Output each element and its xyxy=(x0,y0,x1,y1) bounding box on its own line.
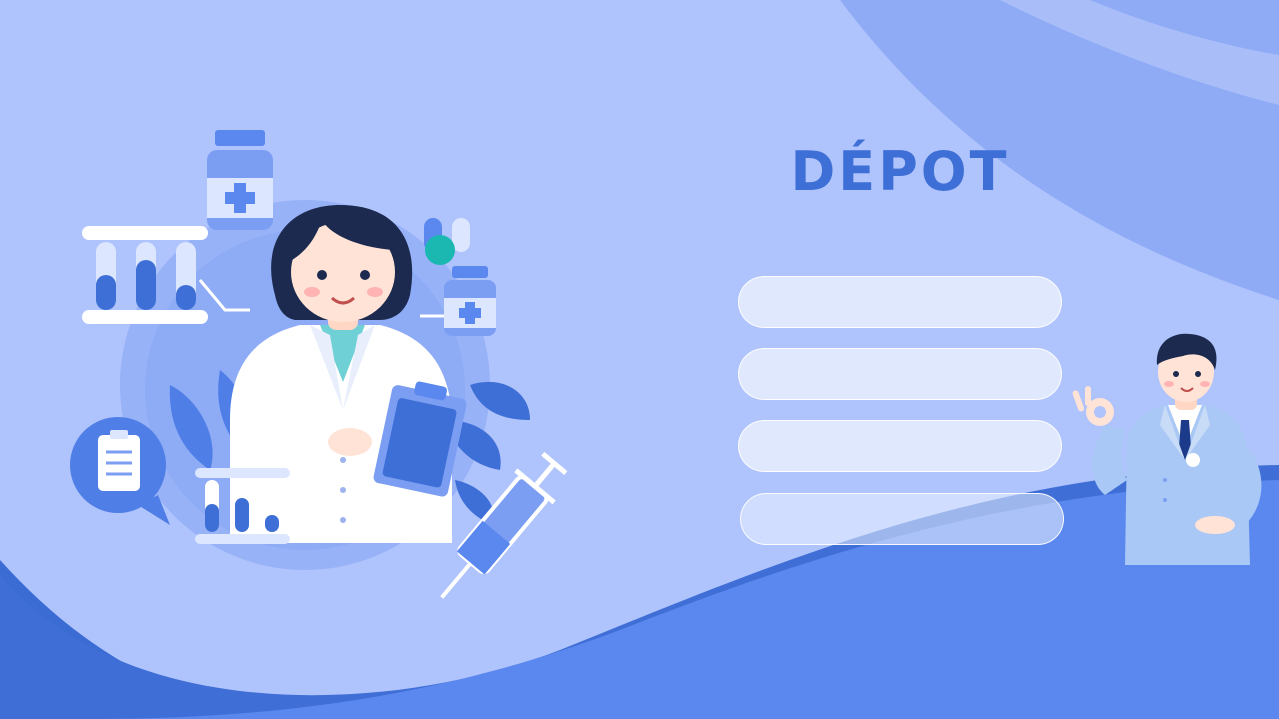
content-pill-1[interactable] xyxy=(738,276,1062,328)
content-pill-2[interactable] xyxy=(738,348,1062,400)
content-pill-3[interactable] xyxy=(738,420,1062,472)
medicine-bottle-icon xyxy=(207,130,273,230)
capsule-icon xyxy=(424,218,470,265)
doctor-with-clipboard-illustration xyxy=(70,130,568,599)
ok-hand-icon xyxy=(1072,386,1114,426)
content-pill-4[interactable] xyxy=(740,493,1064,545)
page-title: DÉPOT xyxy=(790,140,1010,203)
doctor-ok-gesture-illustration xyxy=(1072,333,1262,565)
